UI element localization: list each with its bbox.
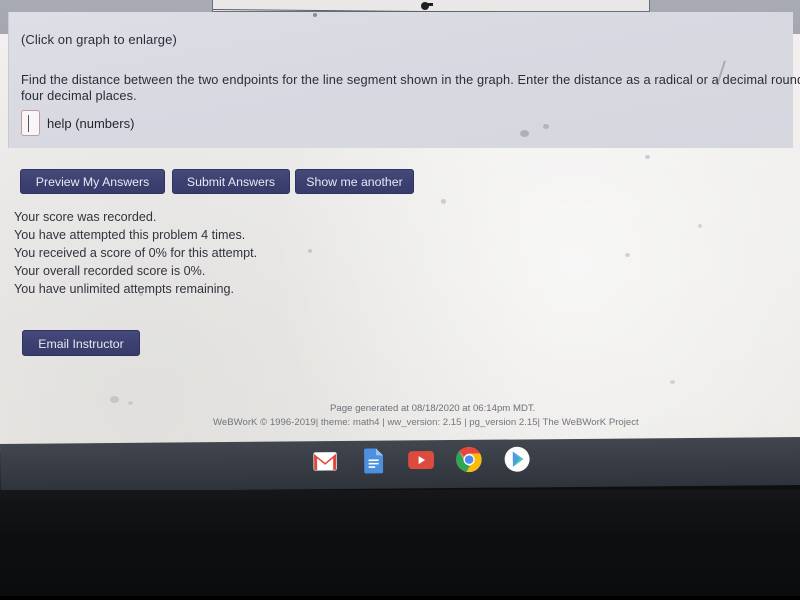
photo-speck [441,199,446,204]
email-instructor-button[interactable]: Email Instructor [22,330,140,356]
line-segment-stub [426,3,433,6]
play-store-icon[interactable] [504,446,530,472]
status-message: Your score was recorded. [14,210,157,224]
preview-my-answers-button[interactable]: Preview My Answers [20,169,165,194]
status-message: Your overall recorded score is 0%. [14,264,206,278]
page-generated-text: Page generated at 08/18/2020 at 06:14pm … [330,403,536,414]
submit-answers-button[interactable]: Submit Answers [172,169,290,194]
youtube-icon[interactable] [408,447,435,473]
status-message: You received a score of 0% for this atte… [14,246,258,260]
photo-speck [110,396,119,403]
answer-row: help (numbers) [21,110,134,136]
photo-speck [670,380,675,384]
problem-statement-line-1: Find the distance between the two endpoi… [21,72,800,87]
status-message: You have attempted this problem 4 times. [14,228,246,242]
gmail-icon[interactable] [312,448,338,474]
show-me-another-button[interactable]: Show me another [295,169,414,194]
photo-speck [625,253,630,257]
problem-panel: (Click on graph to enlarge) Find the dis… [8,12,800,148]
photographed-screen: (Click on graph to enlarge) Find the dis… [0,0,800,600]
photo-border [0,596,800,600]
answer-input[interactable] [21,110,40,136]
webwork-version-footer: WeBWorK © 1996-2019| theme: math4 | ww_v… [213,417,639,428]
graph-enlarge-caption[interactable]: (Click on graph to enlarge) [21,32,177,47]
status-message: You have unlimited attempts remaining. [14,282,235,296]
photo-speck [645,155,650,159]
problem-statement-line-2: four decimal places. [21,88,137,103]
taskbar-icon-list [312,446,530,474]
chrome-icon[interactable] [455,447,482,473]
google-docs-icon[interactable] [360,447,386,474]
help-numbers-link[interactable]: help (numbers) [47,116,134,131]
webwork-page: (Click on graph to enlarge) Find the dis… [0,0,800,452]
text-caret-icon [28,115,29,132]
screen-bezel [0,490,800,600]
photo-speck [698,224,702,228]
photo-speck [128,401,133,405]
photo-speck [308,249,312,253]
